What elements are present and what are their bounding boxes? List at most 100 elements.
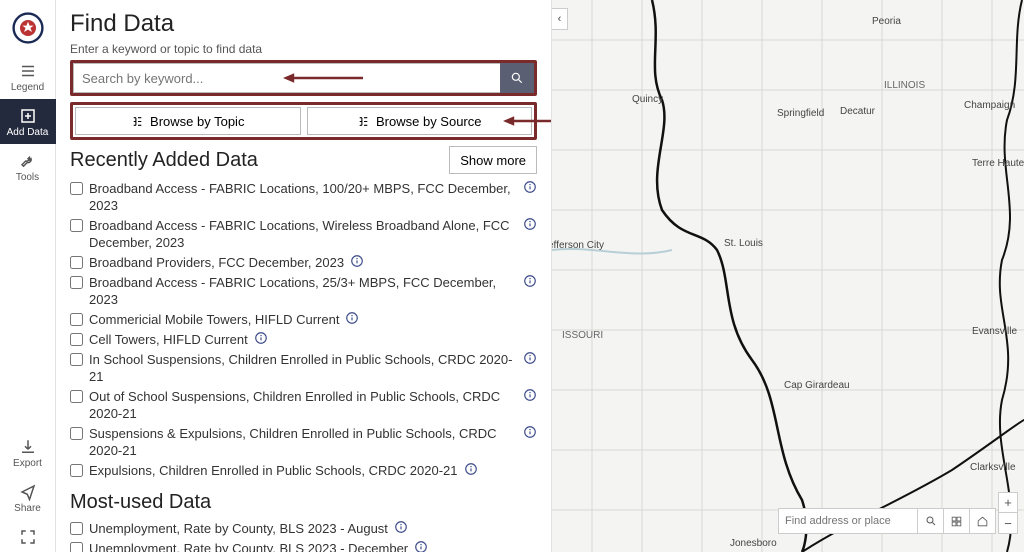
nav-label: Add Data [7, 127, 49, 138]
data-item-label: Out of School Suspensions, Children Enro… [89, 388, 517, 422]
data-list-item[interactable]: Commericial Mobile Towers, HIFLD Current [70, 311, 537, 328]
export-icon [19, 438, 37, 456]
data-item-checkbox[interactable] [70, 276, 83, 289]
add-icon [19, 107, 37, 125]
nav-export[interactable]: Export [0, 430, 56, 475]
recent-heading: Recently Added Data [70, 149, 258, 172]
show-more-button[interactable]: Show more [449, 146, 537, 174]
search-input[interactable] [73, 63, 500, 93]
browse-highlight-box: Browse by Topic Browse by Source [70, 102, 537, 140]
data-list-item[interactable]: Out of School Suspensions, Children Enro… [70, 388, 537, 422]
info-icon[interactable] [394, 520, 408, 534]
search-highlight-box [70, 60, 537, 96]
data-item-label: Expulsions, Children Enrolled in Public … [89, 462, 458, 479]
data-item-checkbox[interactable] [70, 542, 83, 552]
info-icon[interactable] [523, 351, 537, 365]
data-item-label: Broadband Access - FABRIC Locations, 25/… [89, 274, 517, 308]
zoom-in-button[interactable]: + [999, 493, 1017, 513]
nav-share[interactable]: Share [0, 475, 56, 520]
info-icon[interactable] [523, 274, 537, 288]
data-list-item[interactable]: Broadband Access - FABRIC Locations, 100… [70, 180, 537, 214]
search-icon [510, 71, 524, 85]
nav-tools[interactable]: Tools [0, 144, 56, 189]
nav-legend[interactable]: Legend [0, 54, 56, 99]
info-icon[interactable] [254, 331, 268, 345]
search-hint: Enter a keyword or topic to find data [70, 42, 537, 56]
info-icon[interactable] [523, 217, 537, 231]
collapse-icon [19, 528, 37, 546]
nav-label: Tools [16, 172, 39, 183]
nav-label: Share [14, 503, 41, 514]
zoom-control: + − [998, 492, 1018, 534]
basemap-button[interactable] [944, 508, 970, 534]
info-icon[interactable] [523, 425, 537, 439]
data-list-item[interactable]: Unemployment, Rate by County, BLS 2023 -… [70, 520, 537, 537]
data-item-label: Broadband Access - FABRIC Locations, Wir… [89, 217, 517, 251]
search-button[interactable] [500, 63, 534, 93]
basemap-icon [950, 515, 963, 528]
map-canvas[interactable] [552, 0, 1024, 552]
nav-label: Export [13, 458, 42, 469]
tools-icon [19, 152, 37, 170]
map-panel[interactable]: ‹ PeoriaILLINOISChampaignSpringfieldDeca… [552, 0, 1024, 552]
info-icon[interactable] [523, 388, 537, 402]
data-list-item[interactable]: In School Suspensions, Children Enrolled… [70, 351, 537, 385]
most-used-heading: Most-used Data [70, 491, 211, 514]
data-list-item[interactable]: Broadband Providers, FCC December, 2023 [70, 254, 537, 271]
nav-rail: Legend Add Data Tools Export Share [0, 0, 56, 552]
data-item-checkbox[interactable] [70, 256, 83, 269]
map-search-bar [778, 508, 996, 534]
data-item-checkbox[interactable] [70, 182, 83, 195]
recent-data-list: Broadband Access - FABRIC Locations, 100… [70, 180, 537, 479]
data-item-checkbox[interactable] [70, 219, 83, 232]
info-icon[interactable] [414, 540, 428, 552]
tree-icon [357, 115, 370, 128]
data-item-label: Unemployment, Rate by County, BLS 2023 -… [89, 520, 388, 537]
browse-source-label: Browse by Source [376, 114, 482, 129]
data-list-item[interactable]: Cell Towers, HIFLD Current [70, 331, 537, 348]
share-icon [19, 483, 37, 501]
browse-topic-button[interactable]: Browse by Topic [75, 107, 301, 135]
home-icon [976, 515, 989, 528]
data-panel: Find Data Enter a keyword or topic to fi… [56, 0, 552, 552]
home-extent-button[interactable] [970, 508, 996, 534]
data-item-label: Broadband Access - FABRIC Locations, 100… [89, 180, 517, 214]
nav-collapse[interactable] [0, 520, 56, 552]
data-list-item[interactable]: Expulsions, Children Enrolled in Public … [70, 462, 537, 479]
data-list-item[interactable]: Broadband Access - FABRIC Locations, Wir… [70, 217, 537, 251]
data-item-label: In School Suspensions, Children Enrolled… [89, 351, 517, 385]
data-item-checkbox[interactable] [70, 522, 83, 535]
data-list-item[interactable]: Broadband Access - FABRIC Locations, 25/… [70, 274, 537, 308]
data-item-checkbox[interactable] [70, 313, 83, 326]
data-item-label: Commericial Mobile Towers, HIFLD Current [89, 311, 339, 328]
browse-source-button[interactable]: Browse by Source [307, 107, 533, 135]
nav-add-data[interactable]: Add Data [0, 99, 56, 144]
legend-icon [19, 62, 37, 80]
info-icon[interactable] [350, 254, 364, 268]
zoom-out-button[interactable]: − [999, 513, 1017, 533]
chevron-left-icon: ‹ [558, 13, 562, 25]
address-input[interactable] [778, 508, 918, 534]
data-item-label: Cell Towers, HIFLD Current [89, 331, 248, 348]
info-icon[interactable] [345, 311, 359, 325]
tree-icon [131, 115, 144, 128]
data-item-label: Broadband Providers, FCC December, 2023 [89, 254, 344, 271]
data-item-checkbox[interactable] [70, 333, 83, 346]
data-item-checkbox[interactable] [70, 353, 83, 366]
data-item-checkbox[interactable] [70, 464, 83, 477]
nav-label: Legend [11, 82, 44, 93]
browse-topic-label: Browse by Topic [150, 114, 244, 129]
data-item-label: Unemployment, Rate by County, BLS 2023 -… [89, 540, 408, 552]
data-list-item[interactable]: Suspensions & Expulsions, Children Enrol… [70, 425, 537, 459]
data-list-item[interactable]: Unemployment, Rate by County, BLS 2023 -… [70, 540, 537, 552]
collapse-panel-button[interactable]: ‹ [552, 8, 568, 30]
info-icon[interactable] [523, 180, 537, 194]
most-used-data-list: Unemployment, Rate by County, BLS 2023 -… [70, 520, 537, 552]
page-title: Find Data [70, 10, 537, 38]
search-icon [925, 515, 937, 527]
data-item-checkbox[interactable] [70, 390, 83, 403]
address-search-button[interactable] [918, 508, 944, 534]
data-item-checkbox[interactable] [70, 427, 83, 440]
data-item-label: Suspensions & Expulsions, Children Enrol… [89, 425, 517, 459]
info-icon[interactable] [464, 462, 478, 476]
